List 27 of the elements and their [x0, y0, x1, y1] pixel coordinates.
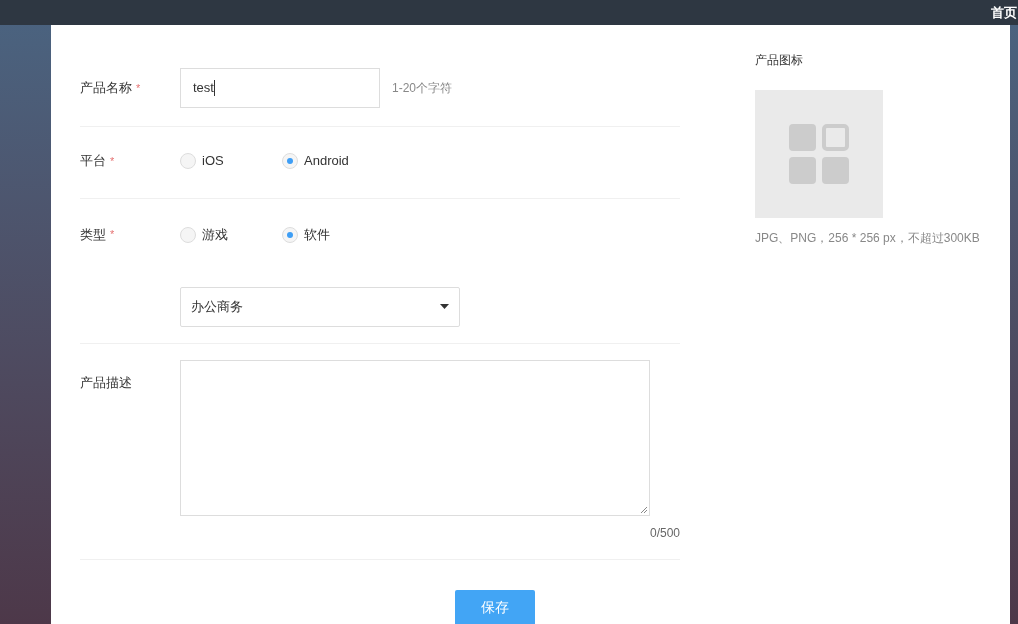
field-label: 类型 [80, 225, 106, 244]
home-link[interactable]: 首页 [991, 2, 1018, 23]
character-counter: 0/500 [649, 524, 680, 542]
radio-label: 软件 [304, 225, 330, 244]
field-label: 平台 [80, 152, 106, 170]
radio-label: Android [304, 152, 349, 170]
app-grid-icon [789, 124, 849, 184]
caret-icon [440, 304, 449, 309]
required-mark: * [110, 227, 115, 243]
icon-section-title: 产品图标 [755, 52, 804, 69]
icon-format-hint: JPG、PNG，256 * 256 px，不超过300KB [755, 230, 980, 247]
required-mark: * [136, 80, 141, 96]
required-mark: * [110, 153, 115, 169]
radio-button[interactable] [180, 152, 196, 169]
radio-button[interactable] [180, 226, 196, 243]
field-label: 产品名称 [80, 79, 132, 98]
field-label: 产品描述 [80, 374, 132, 390]
description-textarea[interactable] [180, 359, 650, 516]
hint-text: 1-20个字符 [392, 80, 453, 97]
name-input[interactable]: test [180, 68, 380, 108]
radio-button[interactable] [282, 226, 298, 243]
resize-handle-icon [640, 505, 648, 514]
icon-upload-placeholder[interactable] [755, 90, 883, 218]
radio-label: 游戏 [202, 225, 228, 244]
radio-label: iOS [202, 152, 224, 170]
category-select[interactable]: 办公商务 [180, 286, 460, 327]
radio-button[interactable] [282, 152, 298, 169]
